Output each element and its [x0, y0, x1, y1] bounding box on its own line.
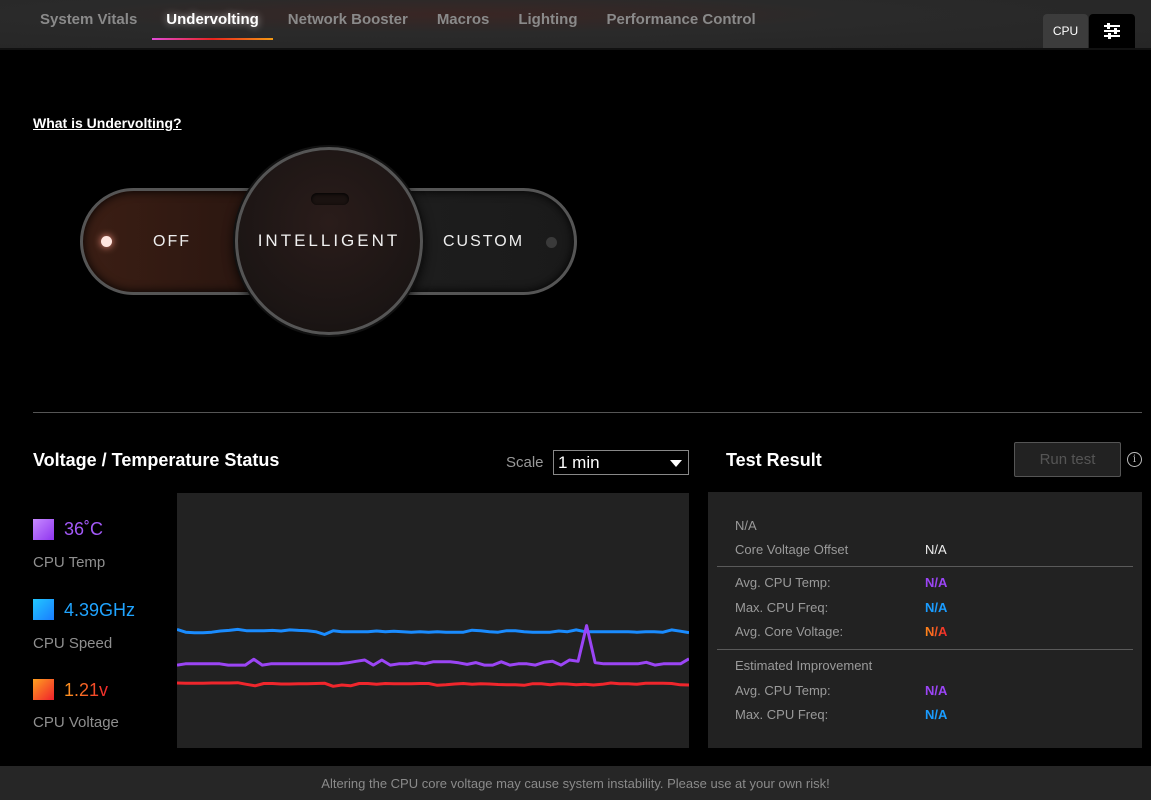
est-max-cpu-freq-label: Max. CPU Freq:: [735, 707, 829, 722]
knob-notch: [311, 193, 349, 205]
scale-select[interactable]: 1 min: [553, 450, 689, 475]
status-chart-svg: [176, 624, 690, 688]
tab-system-vitals[interactable]: System Vitals: [40, 11, 137, 41]
est-avg-cpu-temp-value: N/A: [925, 683, 948, 698]
cpu-speed-value: 4.39GHz: [64, 600, 136, 620]
estimated-improvement-label: Estimated Improvement: [735, 658, 873, 673]
warning-footer: Altering the CPU core voltage may cause …: [0, 766, 1151, 800]
top-nav-bar: System Vitals Undervolting Network Boost…: [0, 0, 1151, 50]
tab-macros[interactable]: Macros: [437, 11, 490, 41]
sliders-icon: [1104, 23, 1120, 39]
mode-selected-label: INTELLIGENT: [257, 231, 401, 250]
what-is-undervolting-link[interactable]: What is Undervolting?: [33, 115, 182, 131]
avg-core-voltage-label: Avg. Core Voltage:: [735, 624, 844, 639]
off-indicator-dot: [101, 236, 112, 247]
avg-cpu-temp-label: Avg. CPU Temp:: [735, 575, 831, 590]
cpu-temp-swatch: [33, 519, 54, 540]
est-avg-cpu-temp-label: Avg. CPU Temp:: [735, 683, 831, 698]
status-chart: [176, 493, 690, 748]
cpu-voltage-label: CPU Voltage: [33, 714, 119, 731]
tab-lighting[interactable]: Lighting: [518, 11, 577, 41]
test-result-title: Test Result: [726, 450, 822, 470]
test-result-panel: N/A Core Voltage Offset N/A Avg. CPU Tem…: [708, 492, 1142, 748]
info-icon[interactable]: i: [1127, 452, 1142, 467]
cpu-button[interactable]: CPU: [1043, 14, 1088, 48]
cpu-temp-label: CPU Temp: [33, 554, 106, 571]
cpu-speed-swatch: [33, 599, 54, 620]
section-divider: [33, 412, 1142, 413]
series-line-cpu-speed: [176, 627, 690, 636]
tab-network-booster[interactable]: Network Booster: [288, 11, 408, 41]
series-line-cpu-voltage: [176, 681, 690, 688]
est-max-cpu-freq-value: N/A: [925, 707, 948, 722]
tab-list: System Vitals Undervolting Network Boost…: [40, 11, 756, 41]
mode-option-custom[interactable]: CUSTOM: [443, 191, 524, 292]
custom-indicator-dot: [546, 237, 557, 248]
tab-performance-control[interactable]: Performance Control: [607, 11, 756, 41]
result-divider: [717, 649, 1133, 650]
cpu-speed-label: CPU Speed: [33, 635, 113, 652]
cpu-temp-value: 36˚C: [64, 519, 104, 539]
max-cpu-freq-label: Max. CPU Freq:: [735, 600, 829, 615]
mode-option-off[interactable]: OFF: [153, 191, 191, 292]
tab-undervolting[interactable]: Undervolting: [152, 11, 273, 41]
test-status: N/A: [735, 518, 757, 533]
scale-value: 1 min: [558, 453, 600, 472]
run-test-button[interactable]: Run test: [1014, 442, 1121, 477]
avg-core-voltage-value: N/A: [925, 624, 948, 639]
cpu-voltage-swatch: [33, 679, 54, 700]
settings-button[interactable]: [1089, 14, 1135, 48]
status-title: Voltage / Temperature Status: [33, 450, 280, 470]
offset-label: Core Voltage Offset: [735, 542, 849, 557]
offset-value: N/A: [925, 542, 947, 557]
chevron-down-icon: [670, 460, 682, 467]
result-divider: [717, 566, 1133, 567]
max-cpu-freq-value: N/A: [925, 600, 948, 615]
mode-option-intelligent[interactable]: INTELLIGENT: [235, 147, 423, 335]
scale-label: Scale: [506, 454, 544, 471]
avg-cpu-temp-value: N/A: [925, 575, 948, 590]
cpu-voltage-value: 1.21v: [64, 680, 109, 700]
